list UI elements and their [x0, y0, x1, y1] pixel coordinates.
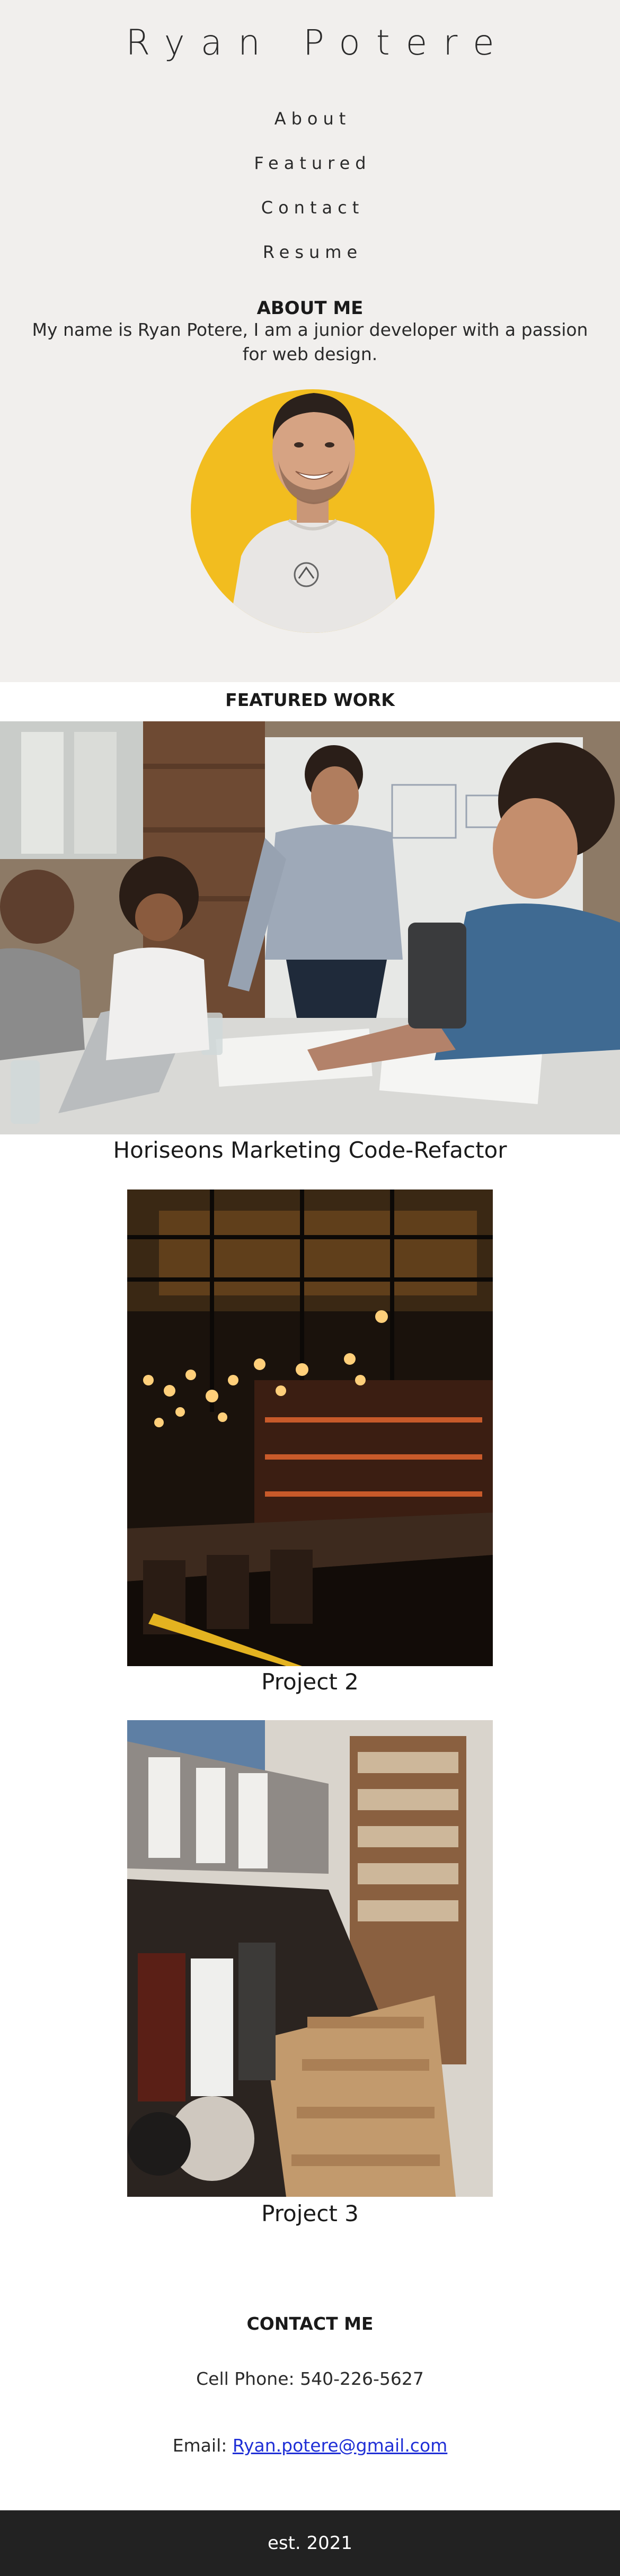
nav-link-about[interactable]: About	[0, 107, 620, 130]
project-3-caption: Project 3	[261, 2201, 359, 2226]
contact-email-line: Email: Ryan.potere@gmail.com	[0, 2433, 620, 2458]
profile-photo	[191, 389, 435, 633]
email-link[interactable]: Ryan.potere@gmail.com	[233, 2435, 447, 2456]
footer: est. 2021	[0, 2510, 620, 2576]
site-title: Ryan Potere	[126, 22, 510, 63]
nav-link-contact[interactable]: Contact	[0, 196, 620, 219]
contact-heading: CONTACT ME	[246, 2313, 374, 2334]
project-2-image[interactable]	[127, 1189, 493, 1666]
project-3-image[interactable]	[127, 1720, 493, 2197]
project-1-image[interactable]	[0, 721, 620, 1134]
contact-phone: Cell Phone: 540-226-5627	[196, 2368, 424, 2389]
about-text: My name is Ryan Potere, I am a junior de…	[32, 319, 588, 364]
project-2-caption: Project 2	[261, 1669, 359, 1695]
footer-text: est. 2021	[267, 2533, 353, 2554]
nav-link-resume[interactable]: Resume	[0, 240, 620, 264]
project-1-caption: Horiseons Marketing Code-Refactor	[113, 1137, 507, 1163]
featured-heading: FEATURED WORK	[225, 690, 395, 710]
email-label: Email:	[172, 2435, 233, 2456]
nav-link-featured[interactable]: Featured	[0, 151, 620, 175]
about-heading: ABOUT ME	[256, 298, 364, 319]
